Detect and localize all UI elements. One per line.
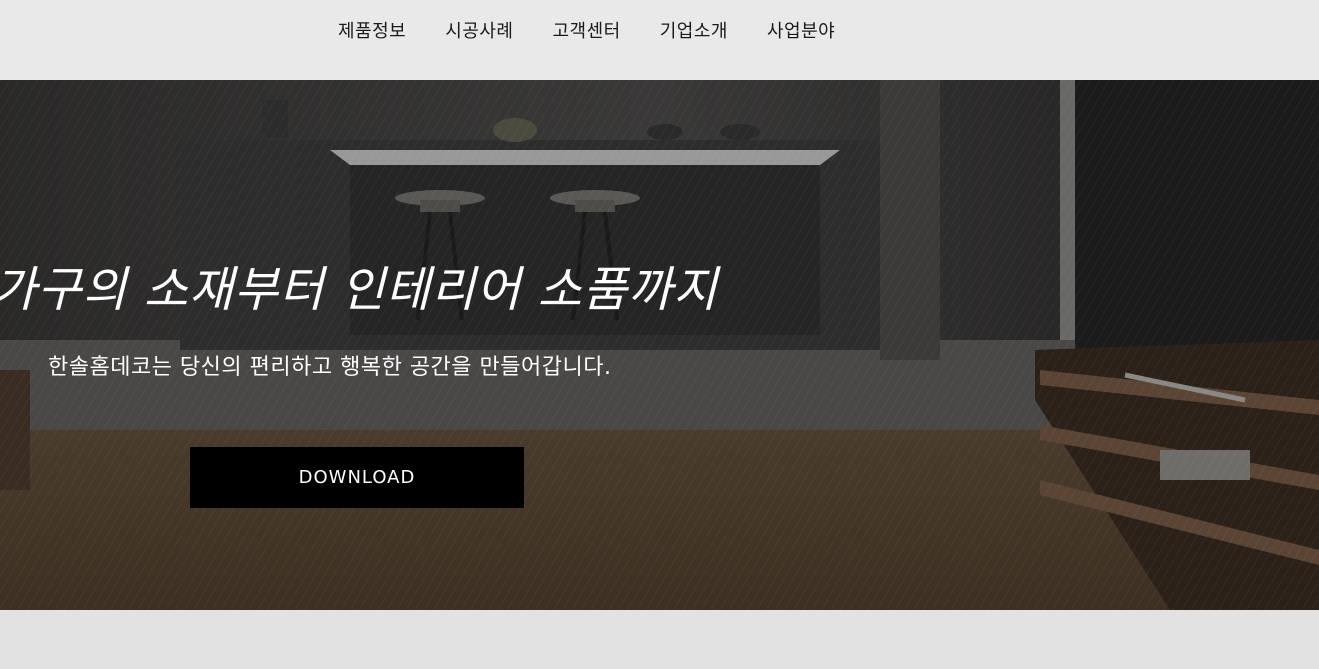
nav-item-products[interactable]: 제품정보 [338, 17, 406, 43]
nav-item-about[interactable]: 기업소개 [660, 17, 728, 43]
main-menu: 제품정보 시공사례 고객센터 기업소개 사업분야 [338, 17, 835, 43]
top-navigation: 제품정보 시공사례 고객센터 기업소개 사업분야 [0, 0, 1319, 80]
hero-subtitle: 한솔홈데코는 당신의 편리하고 행복한 공간을 만들어갑니다. [48, 355, 612, 380]
nav-item-business[interactable]: 사업분야 [767, 17, 835, 43]
hero-title: 가구의 소재부터 인테리어 소품까지 [0, 262, 719, 318]
hero-banner: 가구의 소재부터 인테리어 소품까지 한솔홈데코는 당신의 편리하고 행복한 공… [0, 80, 1319, 610]
page-content-area [0, 610, 1319, 669]
download-button[interactable]: DOWNLOAD [190, 447, 524, 508]
nav-item-cases[interactable]: 시공사례 [445, 17, 513, 43]
nav-item-customer-center[interactable]: 고객센터 [553, 17, 621, 43]
hero-background-image [0, 80, 1319, 610]
